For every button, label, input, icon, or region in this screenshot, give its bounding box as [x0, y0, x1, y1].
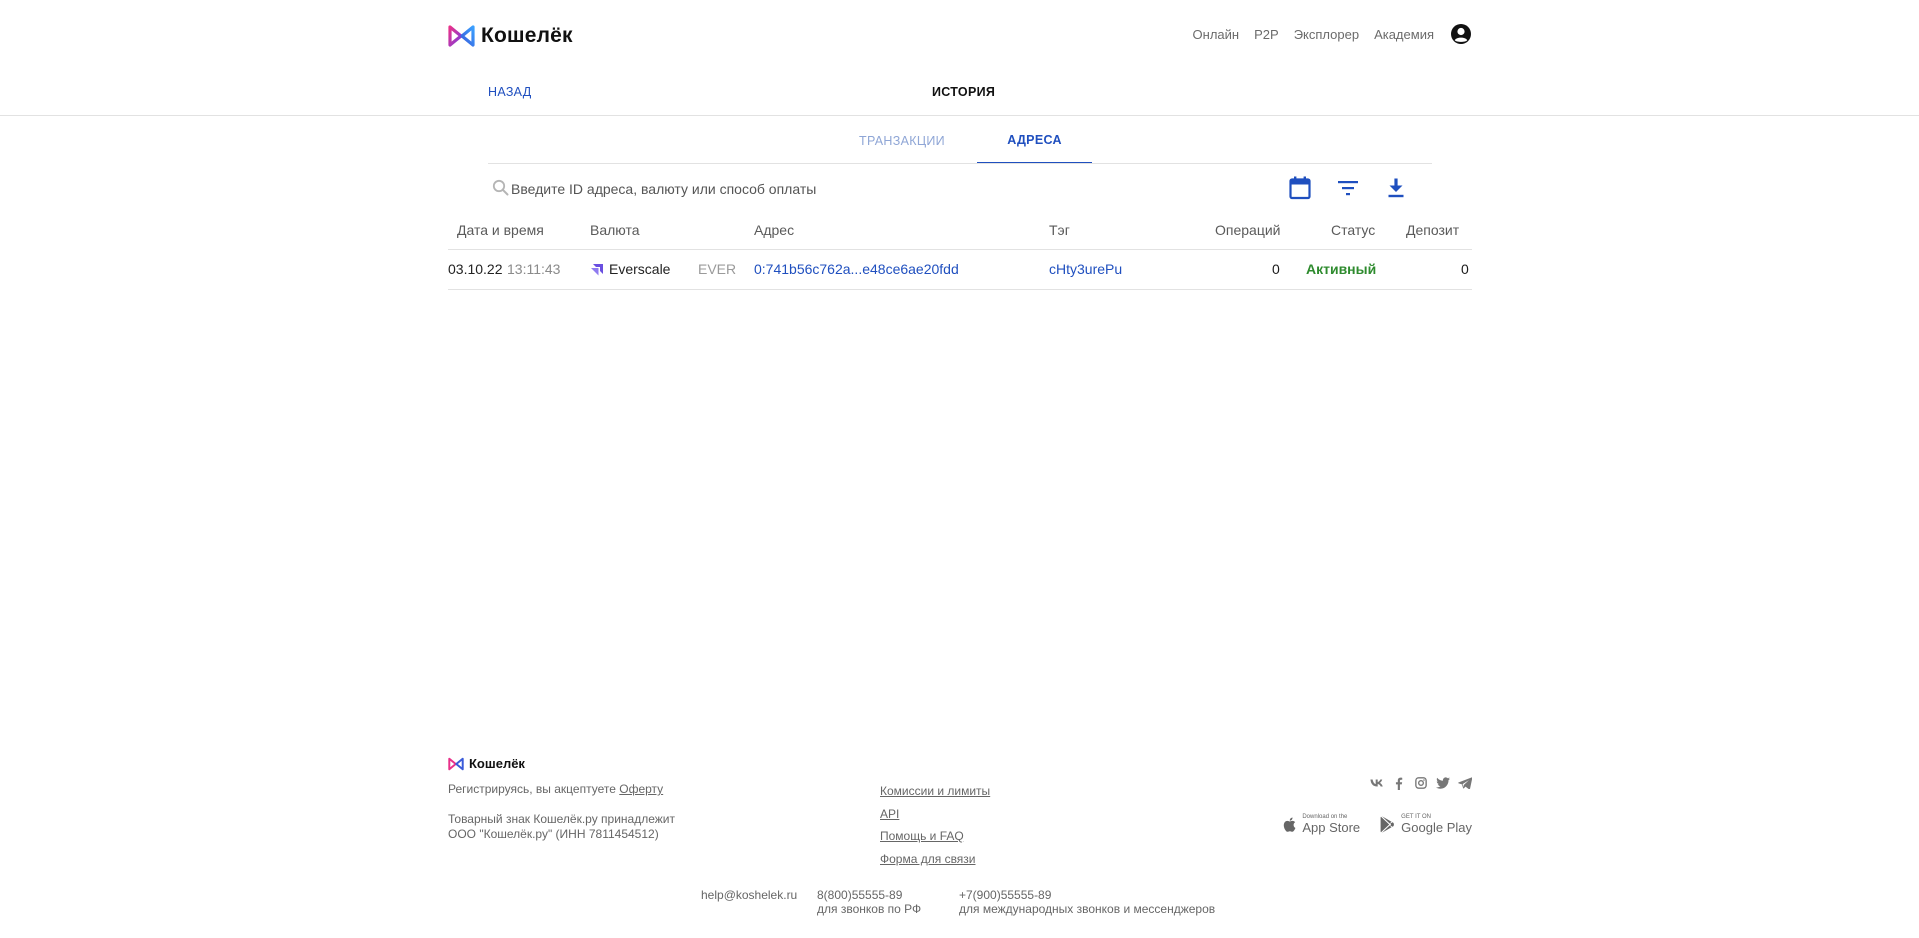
apple-icon: [1284, 817, 1296, 832]
row-deposit: 0: [1461, 261, 1469, 277]
filter-icon: [1338, 181, 1358, 196]
row-status-badge: Активный: [1306, 261, 1377, 277]
twitter-icon[interactable]: [1436, 776, 1450, 790]
row-currency-name: Everscale: [609, 261, 671, 277]
app-store-text: App Store: [1302, 820, 1361, 835]
addresses-table: Дата и время Валюта Адрес Тэг Операций С…: [448, 212, 1472, 290]
col-date-time[interactable]: Дата и время: [457, 222, 544, 238]
social-links: [1362, 776, 1472, 790]
search-icon: [492, 179, 509, 196]
tab-addresses[interactable]: АДРЕСА: [977, 117, 1092, 164]
trademark-line-2: ООО "Кошелёк.ру" (ИНН 7811454512): [448, 827, 659, 841]
facebook-icon[interactable]: [1392, 776, 1406, 790]
table-row[interactable]: 03.10.22 13:11:43 Everscale EVER 0:741b5…: [448, 250, 1472, 290]
header: Кошелёк Онлайн P2P Эксплорер Академия: [448, 18, 1472, 54]
page-title: ИСТОРИЯ: [932, 85, 996, 99]
link-help-faq[interactable]: Помощь и FAQ: [880, 825, 990, 848]
row-currency-code: EVER: [698, 261, 737, 277]
logo-text: Кошелёк: [481, 24, 573, 47]
google-play-badge[interactable]: GET IT ON Google Play: [1380, 814, 1472, 834]
col-status[interactable]: Статус: [1331, 222, 1375, 238]
contact-phone-ru: 8(800)55555-89 для звонков по РФ: [817, 888, 921, 916]
footer: Кошелёк Регистрируясь, вы акцептуете Офе…: [448, 756, 1472, 916]
top-nav: Онлайн P2P Эксплорер Академия: [1193, 23, 1472, 45]
trademark-line-1: Товарный знак Кошелёк.ру принадлежит: [448, 812, 675, 826]
nav-p2p[interactable]: P2P: [1254, 27, 1279, 42]
link-fees-limits[interactable]: Комиссии и лимиты: [880, 780, 990, 803]
google-play-text: Google Play: [1401, 820, 1472, 835]
history-tabs: ТРАНЗАКЦИИ АДРЕСА: [827, 117, 1092, 164]
email-text[interactable]: help@koshelek.ru: [701, 888, 797, 902]
offer-text: Регистрируясь, вы акцептуете Оферту: [448, 782, 663, 797]
link-contact-form[interactable]: Форма для связи: [880, 848, 990, 871]
row-time: 13:11:43: [507, 261, 561, 277]
footer-logo-text: Кошелёк: [469, 756, 525, 771]
google-play-icon: [1380, 815, 1395, 833]
row-address-link[interactable]: 0:741b56c762a...e48ce6ae20fdd: [754, 261, 959, 277]
phone-ru-note: для звонков по РФ: [817, 902, 922, 916]
phone-intl-note: для международных звонков и мессенджеров: [959, 902, 1216, 916]
col-currency[interactable]: Валюта: [590, 222, 640, 238]
footer-logo[interactable]: Кошелёк: [448, 756, 525, 771]
phone-ru[interactable]: 8(800)55555-89: [817, 888, 921, 902]
tabs-divider: [488, 163, 1432, 164]
row-tag-link[interactable]: cHty3urePu: [1049, 261, 1122, 277]
row-operations: 0: [1272, 261, 1280, 277]
tab-transactions[interactable]: ТРАНЗАКЦИИ: [827, 117, 977, 164]
download-button[interactable]: [1383, 175, 1409, 201]
footer-logo-icon: [448, 757, 464, 770]
app-store-badges: Download on the App Store GET IT ON Goog…: [1262, 814, 1472, 834]
filter-button[interactable]: [1335, 175, 1361, 201]
link-api[interactable]: API: [880, 803, 990, 826]
instagram-icon[interactable]: [1414, 776, 1428, 790]
offer-link[interactable]: Оферту: [619, 782, 663, 796]
col-deposit[interactable]: Депозит: [1406, 222, 1459, 238]
contact-phone-intl: +7(900)55555-89 для международных звонко…: [959, 888, 1215, 916]
offer-prefix: Регистрируясь, вы акцептуете: [448, 782, 616, 796]
calendar-button[interactable]: [1287, 175, 1313, 201]
nav-explorer[interactable]: Эксплорер: [1294, 27, 1359, 42]
download-icon: [1388, 178, 1404, 198]
col-operations[interactable]: Операций: [1215, 222, 1281, 238]
col-tag[interactable]: Тэг: [1049, 222, 1070, 238]
logo-icon: [448, 25, 475, 47]
footer-links: Комиссии и лимиты API Помощь и FAQ Форма…: [880, 780, 990, 870]
calendar-icon: [1289, 176, 1311, 200]
user-profile-icon[interactable]: [1450, 23, 1472, 45]
search-input[interactable]: [511, 175, 1231, 203]
trademark-text: Товарный знак Кошелёк.ру принадлежит ООО…: [448, 812, 675, 842]
vk-icon[interactable]: [1370, 776, 1384, 790]
telegram-icon[interactable]: [1458, 776, 1472, 790]
back-link[interactable]: НАЗАД: [488, 85, 532, 99]
table-header: Дата и время Валюта Адрес Тэг Операций С…: [448, 212, 1472, 250]
row-date: 03.10.22: [448, 261, 503, 277]
search-bar: [488, 172, 1432, 206]
sub-header: НАЗАД ИСТОРИЯ: [0, 76, 1919, 116]
logo[interactable]: Кошелёк: [448, 24, 573, 48]
contact-email: help@koshelek.ru: [701, 888, 797, 902]
phone-intl[interactable]: +7(900)55555-89: [959, 888, 1215, 902]
nav-online[interactable]: Онлайн: [1193, 27, 1240, 42]
everscale-icon: [590, 263, 604, 277]
col-address[interactable]: Адрес: [754, 222, 794, 238]
app-store-badge[interactable]: Download on the App Store: [1282, 814, 1360, 834]
nav-academy[interactable]: Академия: [1374, 27, 1434, 42]
